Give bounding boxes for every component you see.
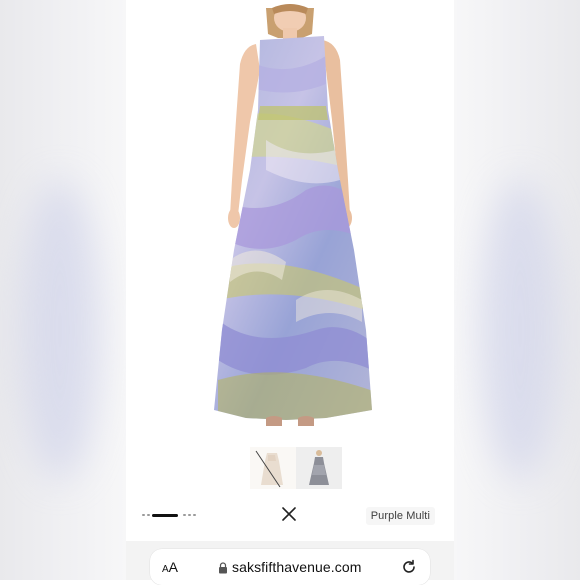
close-icon[interactable]: [280, 505, 298, 523]
thumbnail-2[interactable]: [296, 447, 342, 489]
pager-dot: [188, 514, 191, 516]
pager-dot: [147, 514, 150, 516]
phone-screen: Purple Multi AA saksfifthavenue.com: [126, 0, 454, 585]
color-label: Purple Multi: [365, 507, 435, 525]
gallery-pager: [140, 512, 200, 518]
lock-icon: [219, 562, 227, 574]
pager-dot: [193, 514, 196, 516]
blur-blob: [20, 180, 100, 480]
thumbnail-strip: [126, 447, 454, 491]
browser-bottom-bar: AA saksfifthavenue.com: [126, 541, 454, 585]
thumbnail-1[interactable]: [250, 447, 296, 489]
right-blur-panel: [454, 0, 580, 580]
product-image[interactable]: [126, 0, 454, 440]
text-size-button[interactable]: AA: [162, 559, 178, 575]
thumbnail-1-image: [255, 450, 283, 488]
url-text: saksfifthavenue.com: [232, 559, 362, 575]
thumbnail-2-image: [309, 450, 329, 485]
pager-dot: [183, 514, 186, 516]
left-blur-panel: [0, 0, 126, 580]
pager-active-indicator: [152, 513, 178, 517]
blur-blob: [480, 180, 560, 480]
pager-dot: [142, 514, 145, 516]
reload-icon[interactable]: [400, 558, 418, 576]
